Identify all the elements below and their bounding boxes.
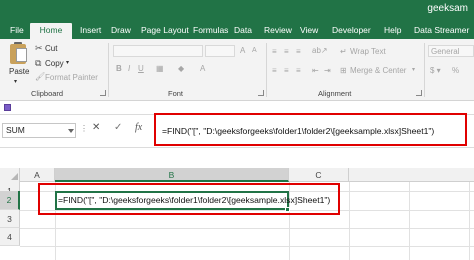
tab-insert[interactable]: Insert xyxy=(76,23,105,39)
scissors-icon: ✂ xyxy=(35,43,43,53)
merge-center-button[interactable]: Merge & Center xyxy=(350,66,406,75)
tab-review[interactable]: Review xyxy=(260,23,296,39)
cell-highlight xyxy=(38,183,340,215)
number-format-value: General xyxy=(431,47,460,56)
decrease-font-icon[interactable]: A xyxy=(252,47,257,54)
align-center-icon[interactable]: ≡ xyxy=(284,66,289,75)
tab-home[interactable]: Home xyxy=(30,23,72,39)
gridline xyxy=(409,182,410,260)
tab-formulas[interactable]: Formulas xyxy=(189,23,232,39)
tab-file[interactable]: File xyxy=(6,23,28,39)
formula-bar-highlight xyxy=(154,113,467,146)
format-painter-icon: 🖌 xyxy=(35,72,46,81)
formula-bar-grip-icon[interactable]: ⋮ xyxy=(80,124,88,133)
save-icon[interactable] xyxy=(4,104,11,111)
tab-view[interactable]: View xyxy=(296,23,322,39)
merge-dropdown-icon[interactable]: ▾ xyxy=(412,66,415,73)
underline-icon[interactable]: U xyxy=(138,64,144,73)
paste-dropdown-icon[interactable]: ▾ xyxy=(14,78,17,85)
font-name-select[interactable] xyxy=(113,45,203,57)
font-group-label: Font xyxy=(168,89,184,98)
accounting-format-icon[interactable]: $ ▾ xyxy=(430,66,441,75)
align-top-icon[interactable]: ≡ xyxy=(272,47,277,56)
row-header-2[interactable]: 2 xyxy=(0,191,20,210)
divider xyxy=(266,43,267,97)
percent-icon[interactable]: % xyxy=(452,66,459,75)
enter-button[interactable]: ✓ xyxy=(114,122,122,133)
wrap-text-icon[interactable]: ↵ xyxy=(340,47,347,56)
font-size-select[interactable] xyxy=(205,45,235,57)
gridline xyxy=(20,228,474,229)
clipboard-launcher-icon[interactable] xyxy=(100,90,106,96)
cut-button[interactable]: Cut xyxy=(45,44,57,53)
column-header-a[interactable]: A xyxy=(20,168,55,182)
name-box-dropdown-icon[interactable] xyxy=(68,129,74,133)
ribbon-tabs: File Home Insert Draw Page Layout Formul… xyxy=(0,20,474,39)
font-launcher-icon[interactable] xyxy=(258,90,264,96)
font-color-icon[interactable]: A xyxy=(200,64,205,73)
cancel-button[interactable]: ✕ xyxy=(92,122,100,133)
tab-data-streamer[interactable]: Data Streamer xyxy=(410,23,473,39)
tab-draw[interactable]: Draw xyxy=(107,23,135,39)
increase-indent-icon[interactable]: ⇥ xyxy=(324,66,331,75)
divider xyxy=(108,43,109,97)
window-title: geeksam xyxy=(427,3,468,14)
gridline xyxy=(469,182,470,260)
merge-center-icon[interactable]: ⊞ xyxy=(340,66,347,75)
alignment-launcher-icon[interactable] xyxy=(416,90,422,96)
name-box[interactable]: SUM xyxy=(2,123,76,138)
clipboard-group-label: Clipboard xyxy=(31,89,64,98)
divider xyxy=(424,43,425,97)
align-right-icon[interactable]: ≡ xyxy=(296,66,301,75)
row-header-3[interactable]: 3 xyxy=(0,210,20,228)
select-all-icon xyxy=(11,173,18,180)
decrease-indent-icon[interactable]: ⇤ xyxy=(312,66,319,75)
tab-data[interactable]: Data xyxy=(230,23,256,39)
increase-font-icon[interactable]: A xyxy=(240,46,245,55)
gridline xyxy=(349,182,350,260)
borders-icon[interactable]: ▦ xyxy=(156,64,164,73)
align-middle-icon[interactable]: ≡ xyxy=(284,47,289,56)
bold-icon[interactable]: B xyxy=(116,64,122,73)
paste-icon-paper xyxy=(16,48,27,62)
column-header-b[interactable]: B xyxy=(55,168,289,182)
italic-icon[interactable]: I xyxy=(128,64,130,73)
align-left-icon[interactable]: ≡ xyxy=(272,66,277,75)
tab-page-layout[interactable]: Page Layout xyxy=(137,23,193,39)
orientation-icon[interactable]: ab↗ xyxy=(312,46,328,55)
row-header-4[interactable]: 4 xyxy=(0,228,20,246)
align-bottom-icon[interactable]: ≡ xyxy=(296,47,301,56)
paste-button[interactable]: Paste xyxy=(9,67,29,76)
column-header-c[interactable]: C xyxy=(289,168,349,182)
copy-button[interactable]: Copy xyxy=(45,59,64,68)
format-painter-button[interactable]: Format Painter xyxy=(45,73,98,82)
fill-color-icon[interactable]: ◆ xyxy=(178,64,184,73)
wrap-text-button[interactable]: Wrap Text xyxy=(350,47,386,56)
title-bar: geeksam xyxy=(0,0,474,20)
insert-function-button[interactable]: fx xyxy=(135,122,142,133)
tab-developer[interactable]: Developer xyxy=(328,23,375,39)
copy-dropdown-icon[interactable]: ▾ xyxy=(66,59,69,66)
tab-help[interactable]: Help xyxy=(380,23,405,39)
gridline xyxy=(20,246,474,247)
alignment-group-label: Alignment xyxy=(318,89,352,98)
copy-icon: ⧉ xyxy=(35,58,42,68)
